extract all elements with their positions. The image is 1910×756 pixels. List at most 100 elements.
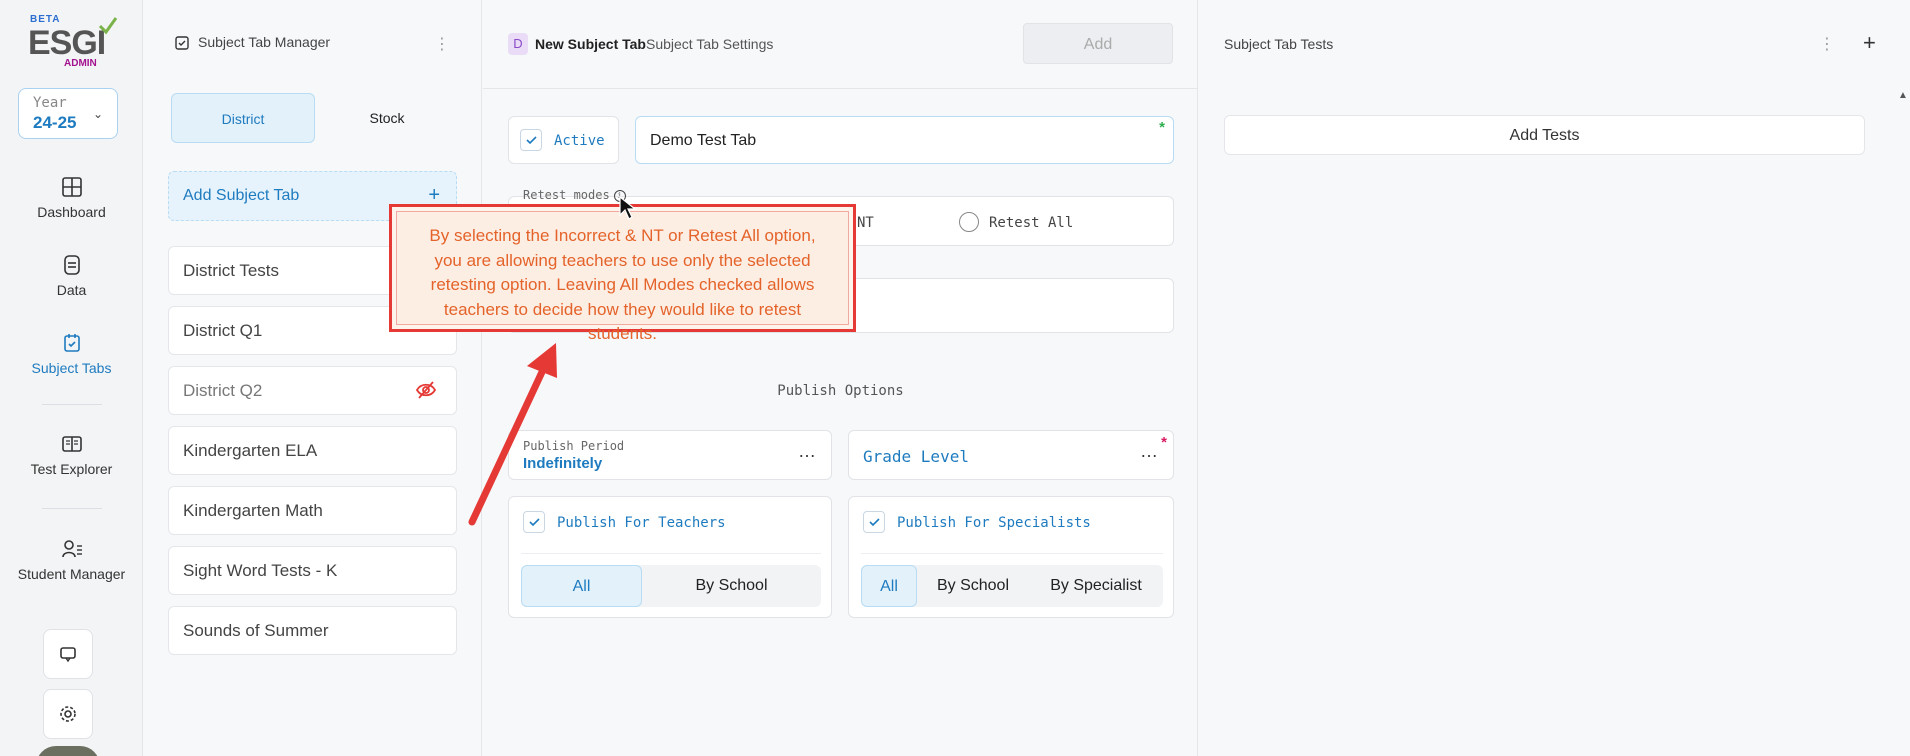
add-test-plus-icon[interactable]: + (1863, 30, 1876, 56)
publish-period-value: Indefinitely (523, 455, 603, 472)
nav-item-subject-tabs[interactable]: Subject Tabs (0, 332, 143, 392)
book-icon (61, 436, 82, 452)
panel-title: Subject Tab Manager (174, 34, 330, 51)
nav-item-label: Student Manager (17, 566, 126, 582)
grade-level-label: Grade Level (863, 447, 969, 466)
data-icon (63, 255, 80, 275)
student-manager-icon (61, 540, 82, 558)
eye-hidden-icon[interactable] (416, 381, 436, 399)
scroll-up-icon[interactable]: ▲ (1898, 90, 1908, 101)
nav-item-dashboard[interactable]: Dashboard (0, 176, 143, 236)
settings-header: D New Subject Tab Subject Tab Settings A… (483, 0, 1198, 89)
checkmark-icon (869, 518, 880, 527)
checkmark-icon (529, 518, 540, 527)
panel-menu-icon[interactable]: ⋮ (434, 34, 450, 54)
add-tests-button[interactable]: Add Tests (1224, 115, 1865, 155)
subject-tab-label: Sounds of Summer (183, 621, 329, 640)
year-selector[interactable]: Year 24-25 ⌄ (18, 88, 118, 139)
specialists-scope-toggle: All By School By Specialist (861, 565, 1163, 607)
tests-panel-menu-icon[interactable]: ⋮ (1819, 34, 1835, 54)
publish-for-specialists-checkbox[interactable] (863, 511, 885, 533)
required-mark: * (1161, 434, 1167, 451)
chevron-down-icon: ⌄ (92, 107, 103, 121)
panel-title-text: Subject Tab Manager (198, 34, 331, 50)
subject-tab-label: District Q1 (183, 321, 263, 340)
publish-for-teachers-card: Publish For Teachers All By School (508, 496, 832, 618)
publish-for-teachers-checkbox[interactable] (523, 511, 545, 533)
retest-modes-label: Retest modes i (523, 188, 626, 202)
logo-check-icon (98, 17, 118, 35)
publish-period-selector[interactable]: Publish Period Indefinitely … (508, 430, 832, 480)
settings-title: New Subject Tab (535, 36, 646, 52)
specialists-option-by-specialist[interactable]: By Specialist (1029, 565, 1163, 607)
subject-tab-item[interactable]: Kindergarten Math (168, 486, 457, 535)
year-label: Year (33, 95, 67, 111)
active-label: Active (554, 133, 605, 149)
settings-subtitle: Subject Tab Settings (646, 36, 774, 52)
tab-stock[interactable]: Stock (315, 93, 459, 143)
subject-tab-label: Kindergarten Math (183, 501, 323, 520)
specialists-option-all[interactable]: All (861, 565, 917, 607)
publish-options-heading: Publish Options (777, 383, 904, 399)
retest-option-incorrect-nt-label: NT (857, 215, 874, 231)
subject-tabs-icon (63, 334, 80, 352)
nav-item-label: Dashboard (37, 204, 106, 220)
checkmark-icon (526, 136, 537, 145)
district-stock-toggle: District Stock (171, 93, 459, 143)
more-icon[interactable]: … (798, 441, 817, 462)
tab-name-input[interactable] (650, 129, 1130, 153)
retest-all-radio[interactable] (959, 212, 979, 232)
message-icon (60, 647, 76, 663)
nav-item-label: Data (56, 282, 87, 298)
subject-tab-label: District Q2 (183, 381, 263, 400)
subject-tab-tests-panel: Subject Tab Tests ⋮ + Add Tests ▲ (1199, 0, 1910, 756)
settings-button[interactable] (43, 689, 93, 739)
nav-item-label: Subject Tabs (31, 360, 112, 376)
retest-all-label: Retest All (989, 215, 1074, 231)
subject-tab-label: Sight Word Tests - K (183, 561, 338, 580)
grid-icon (61, 177, 82, 197)
nav-item-student-manager[interactable]: Student Manager (0, 538, 143, 598)
subject-tab-settings-panel: D New Subject Tab Subject Tab Settings A… (483, 0, 1198, 756)
publish-period-label: Publish Period (523, 439, 625, 453)
tab-name-field[interactable]: * (635, 116, 1174, 164)
teachers-option-by-school[interactable]: By School (642, 565, 821, 607)
feedback-button[interactable] (43, 629, 93, 679)
subject-tab-item[interactable]: District Q2 (168, 366, 457, 415)
nav-divider (42, 404, 102, 405)
add-button[interactable]: Add (1023, 23, 1173, 64)
district-badge: D (508, 33, 528, 55)
nav-item-test-explorer[interactable]: Test Explorer (0, 433, 143, 493)
nav-item-data[interactable]: Data (0, 254, 143, 314)
annotation-text: By selecting the Incorrect & NT or Retes… (396, 211, 849, 343)
active-checkbox-card[interactable]: Active (508, 116, 619, 164)
publish-for-specialists-label: Publish For Specialists (897, 515, 1091, 531)
grade-level-selector[interactable]: Grade Level … * (848, 430, 1174, 480)
teachers-option-all[interactable]: All (521, 565, 642, 607)
annotation-callout: By selecting the Incorrect & NT or Retes… (389, 204, 856, 343)
subject-tab-item[interactable]: Kindergarten ELA (168, 426, 457, 475)
subject-tab-item[interactable]: Sounds of Summer (168, 606, 457, 655)
active-checkbox[interactable] (520, 129, 542, 151)
divider (521, 553, 821, 554)
add-subject-tab-label: Add Subject Tab (183, 187, 300, 204)
subject-tab-label: Kindergarten ELA (183, 441, 318, 460)
mouse-cursor-icon (619, 196, 637, 220)
esgi-logo[interactable]: BETA ESGI ADMIN (28, 12, 120, 70)
scrollbar[interactable]: ▲ (1896, 90, 1910, 756)
more-icon[interactable]: … (1140, 441, 1159, 462)
subject-tab-manager-panel: Subject Tab Manager ⋮ District Stock Add… (144, 0, 482, 756)
tab-district[interactable]: District (171, 93, 315, 143)
nav-item-label: Test Explorer (30, 461, 113, 477)
subject-tab-label: District Tests (183, 261, 280, 280)
teachers-scope-toggle: All By School (521, 565, 821, 607)
specialists-option-by-school[interactable]: By School (917, 565, 1029, 607)
left-nav: BETA ESGI ADMIN Year 24-25 ⌄ Dashboard D… (0, 0, 143, 756)
subject-tab-item[interactable]: Sight Word Tests - K (168, 546, 457, 595)
logo-admin-text: ADMIN (64, 58, 97, 69)
year-value: 24-25 (33, 113, 77, 132)
gear-icon (60, 706, 76, 722)
publish-for-teachers-label: Publish For Teachers (557, 515, 726, 531)
avatar[interactable] (36, 746, 100, 756)
subject-tabs-icon (175, 36, 189, 50)
